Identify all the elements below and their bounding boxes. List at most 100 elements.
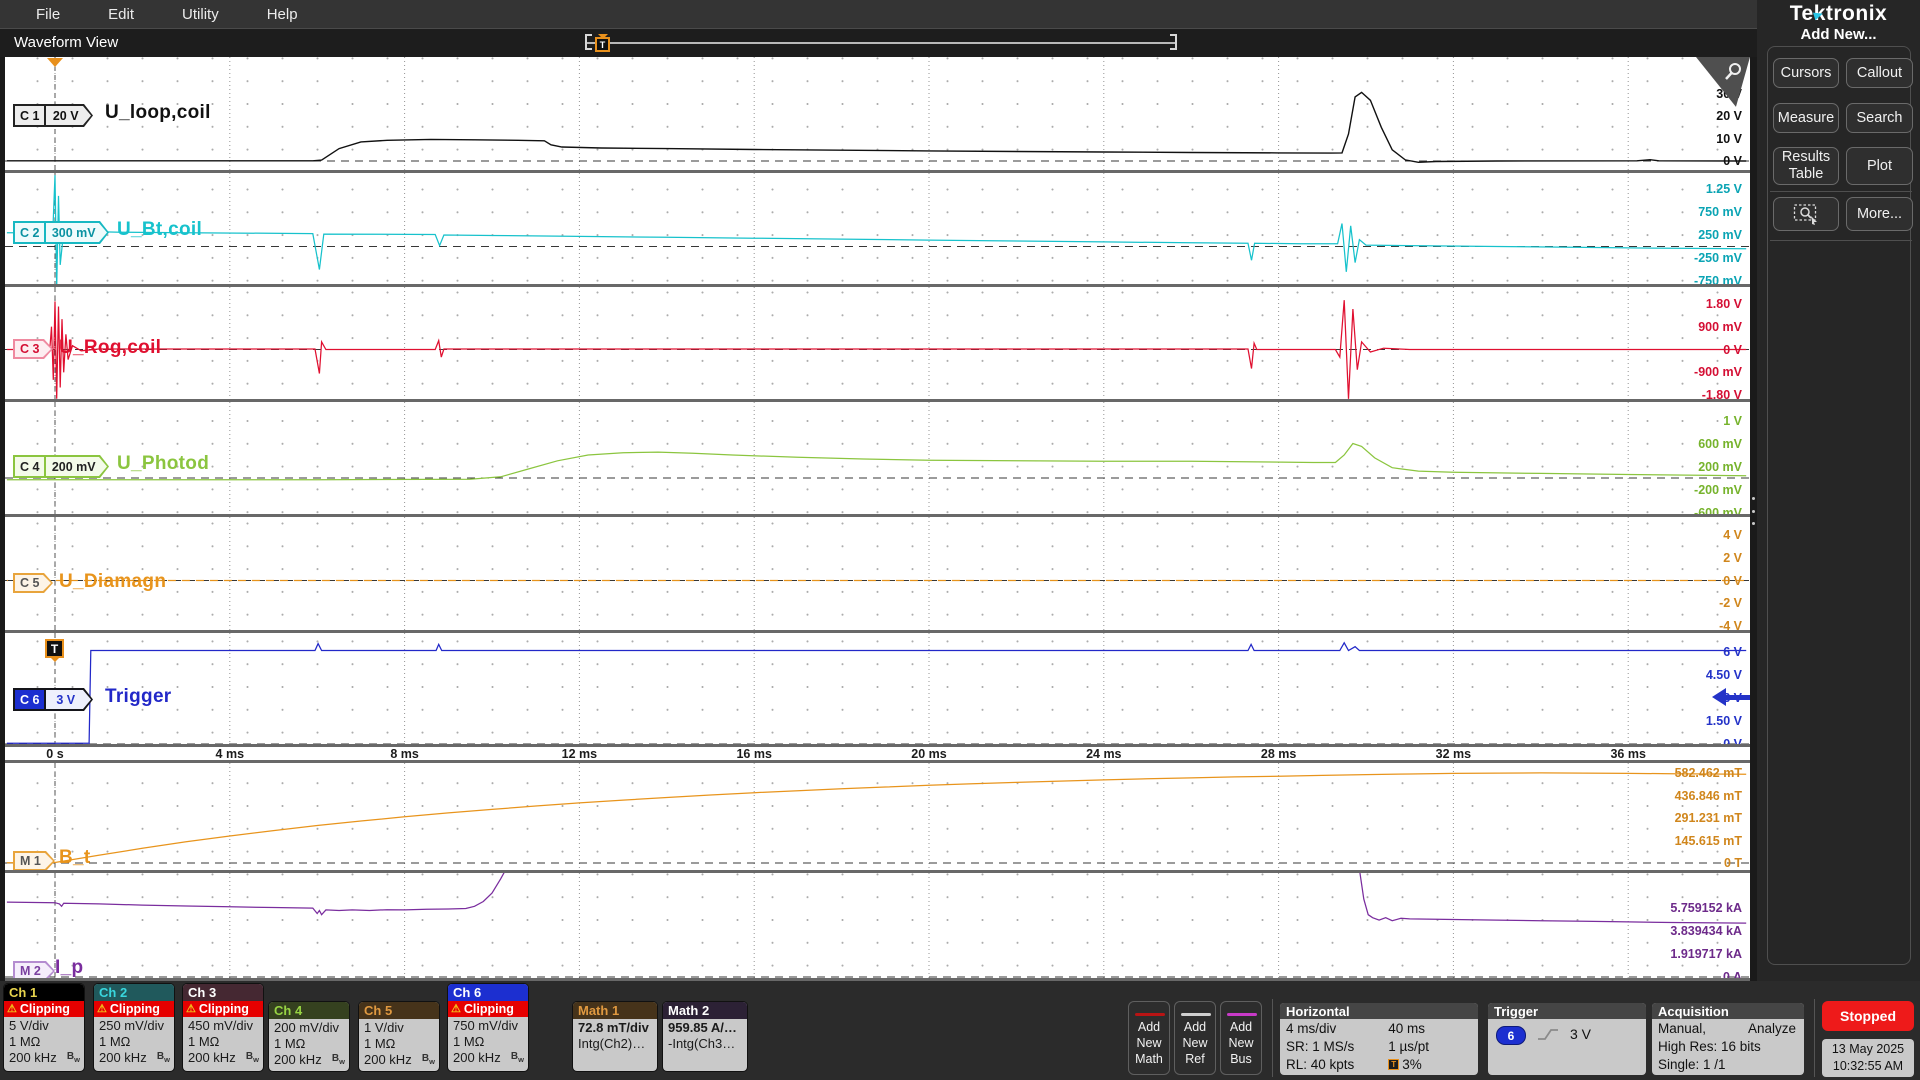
horizontal-row: RL: 40 kptsT3%	[1280, 1055, 1478, 1073]
axis-label-m1: 582.462 mT	[1675, 766, 1742, 780]
channel-badge-row: 200 mV/div	[269, 1019, 349, 1035]
overview-right-bracket-icon[interactable]	[1170, 34, 1177, 50]
warning-icon: ⚠	[451, 1004, 461, 1015]
add-new-bus-button[interactable]: AddNewBus	[1220, 1001, 1262, 1075]
channel-config-badge-ch-1[interactable]: Ch 1⚠Clipping5 V/div1 MΩ200 kHzBw	[3, 983, 85, 1072]
time-tick-label: 28 ms	[1261, 747, 1296, 761]
divider-handle-icon[interactable]	[1750, 497, 1757, 525]
trigger-panel[interactable]: Trigger 6 3 V	[1488, 1003, 1646, 1075]
channel-label-ch6[interactable]: Trigger	[105, 686, 172, 708]
channel-badge-value: 200 kHz	[364, 1052, 412, 1067]
zoom-overview-bar[interactable]: T	[585, 29, 1177, 58]
horizontal-row-right: 40 ms	[1388, 1021, 1470, 1036]
sidebar-button-cursors[interactable]: Cursors	[1773, 58, 1839, 88]
channel-badge-value: 200 kHz	[99, 1050, 147, 1065]
channel-badge-row: 5 V/div	[4, 1017, 84, 1033]
axis-label-ch1: 20 V	[1716, 109, 1742, 123]
trigger-source-marker-icon[interactable]: T	[45, 639, 64, 658]
acquisition-panel[interactable]: Acquisition Manual,AnalyzeHigh Res: 16 b…	[1652, 1003, 1804, 1075]
channel-badge-row: 1 MΩ	[94, 1033, 174, 1049]
channel-badge-value: 1 MΩ	[364, 1036, 395, 1051]
menu-item-edit[interactable]: Edit	[84, 6, 158, 23]
channel-label-ch1[interactable]: U_loop,coil	[105, 102, 211, 124]
channel-label-ch2[interactable]: U_Bt,coil	[117, 219, 202, 241]
waveform-view-title: Waveform View	[14, 34, 118, 51]
channel-badge-value: 200 mV/div	[274, 1020, 339, 1035]
horizontal-row-left: RL: 40 kpts	[1286, 1057, 1388, 1072]
math-badge-value: -Intg(Ch3…	[668, 1036, 735, 1051]
horizontal-panel[interactable]: Horizontal 4 ms/div40 msSR: 1 MS/s1 µs/p…	[1280, 1003, 1478, 1075]
trigger-position-marker-icon[interactable]	[47, 58, 63, 67]
sidebar-button-more[interactable]: More...	[1846, 197, 1913, 231]
axis-label-ch1: 0 V	[1723, 154, 1742, 168]
add-new-ref-button[interactable]: AddNewRef	[1174, 1001, 1216, 1075]
channel-badge-row: 200 kHzBw	[269, 1051, 349, 1067]
clipping-label: Clipping	[464, 1002, 514, 1016]
math-badge-value: Intg(Ch2)…	[578, 1036, 645, 1051]
trigger-level-arrow-icon[interactable]	[1712, 688, 1726, 706]
time-tick-label: 8 ms	[390, 747, 419, 761]
trigger-level-arrow-icon[interactable]	[1726, 695, 1750, 700]
channel-badge-value: 200 kHz	[453, 1050, 501, 1065]
axis-label-m1: 436.846 mT	[1675, 789, 1742, 803]
channel-badge-value: 1 V/div	[364, 1020, 404, 1035]
channel-config-badge-ch-4[interactable]: Ch 4200 mV/div1 MΩ200 kHzBw	[268, 1001, 350, 1072]
add-button-label: New	[1227, 1035, 1255, 1051]
axis-label-m2: 0 A	[1723, 970, 1742, 981]
axis-label-m2: 1.919717 kA	[1670, 947, 1742, 961]
overview-left-bracket-icon[interactable]	[585, 34, 592, 50]
channel-badge-value: 200 kHz	[9, 1050, 57, 1065]
channel-badge-c-1[interactable]: C 120 V	[13, 104, 93, 127]
channel-badge-scale: 300 mV	[44, 223, 107, 242]
channel-badge-c-2[interactable]: C 2300 mV	[13, 221, 109, 244]
add-button-label: Add	[1135, 1019, 1163, 1035]
math-config-badge-math-1[interactable]: Math 172.8 mT/divIntg(Ch2)…	[572, 1001, 658, 1072]
channel-badge-row: 200 kHzBw	[183, 1049, 263, 1065]
axis-label-ch3: 900 mV	[1698, 320, 1742, 334]
section-m2: 5.759152 kA3.839434 kA1.919717 kA0 AM 2I…	[5, 873, 1750, 981]
acquisition-status-badge: Stopped	[1822, 1001, 1914, 1031]
menu-item-file[interactable]: File	[12, 6, 84, 23]
menu-item-help[interactable]: Help	[243, 6, 322, 23]
add-new-math-button[interactable]: AddNewMath	[1128, 1001, 1170, 1075]
channel-config-badge-ch-3[interactable]: Ch 3⚠Clipping450 mV/div1 MΩ200 kHzBw	[182, 983, 264, 1072]
time-tick-label: 24 ms	[1086, 747, 1121, 761]
channel-label-m2[interactable]: I_p	[55, 957, 83, 979]
channel-badge-row: 1 V/div	[359, 1019, 439, 1035]
math-badge-header: Math 2	[663, 1002, 747, 1019]
axis-label-ch5: -4 V	[1719, 619, 1742, 633]
channel-badge-value: 1 MΩ	[9, 1034, 40, 1049]
channel-badge-value: 750 mV/div	[453, 1018, 518, 1033]
overview-trigger-marker-icon[interactable]: T	[595, 37, 610, 52]
menu-item-utility[interactable]: Utility	[158, 6, 243, 23]
sidebar-button-callout[interactable]: Callout	[1846, 58, 1913, 88]
axis-label-ch4: 200 mV	[1698, 460, 1742, 474]
acquisition-row: High Res: 16 bits	[1652, 1037, 1804, 1055]
channel-badge-c-4[interactable]: C 4200 mV	[13, 455, 109, 478]
channel-label-m1[interactable]: B_t	[59, 847, 91, 869]
channel-badge-value: 200 kHz	[188, 1050, 236, 1065]
trigger-source-badge[interactable]: 6	[1496, 1026, 1526, 1045]
sidebar-button-plot[interactable]: Plot	[1846, 147, 1913, 185]
math-config-badge-math-2[interactable]: Math 2959.85 A/…-Intg(Ch3…	[662, 1001, 748, 1072]
channel-label-ch4[interactable]: U_Photod	[117, 453, 209, 475]
channel-label-ch3[interactable]: U_Rog,coil	[59, 337, 161, 359]
channel-config-badge-ch-5[interactable]: Ch 51 V/div1 MΩ200 kHzBw	[358, 1001, 440, 1072]
menu-bar: FileEditUtilityHelp	[0, 0, 1757, 28]
sidebar-button-results-table[interactable]: ResultsTable	[1773, 147, 1839, 185]
sidebar-button-zoom-select[interactable]	[1773, 197, 1839, 231]
channel-config-badge-ch-6[interactable]: Ch 6⚠Clipping750 mV/div1 MΩ200 kHzBw	[447, 983, 529, 1072]
time-tick-label: 20 ms	[911, 747, 946, 761]
horizontal-row-left: SR: 1 MS/s	[1286, 1039, 1388, 1054]
add-button-label: Math	[1135, 1051, 1163, 1067]
sidebar-button-label: Plot	[1867, 158, 1892, 175]
channel-label-ch5[interactable]: U_Diamagn	[59, 571, 166, 593]
channel-config-badge-ch-2[interactable]: Ch 2⚠Clipping250 mV/div1 MΩ200 kHzBw	[93, 983, 175, 1072]
sidebar-button-label: Search	[1857, 110, 1903, 127]
sidebar-button-measure[interactable]: Measure	[1773, 103, 1839, 133]
time-axis: 0 s4 ms8 ms12 ms16 ms20 ms24 ms28 ms32 m…	[5, 747, 1750, 763]
axis-label-ch4: 1 V	[1723, 414, 1742, 428]
channel-badge-c-6[interactable]: C 63 V	[13, 688, 93, 711]
sidebar-button-search[interactable]: Search	[1846, 103, 1913, 133]
section-m1: 582.462 mT436.846 mT291.231 mT145.615 mT…	[5, 763, 1750, 873]
